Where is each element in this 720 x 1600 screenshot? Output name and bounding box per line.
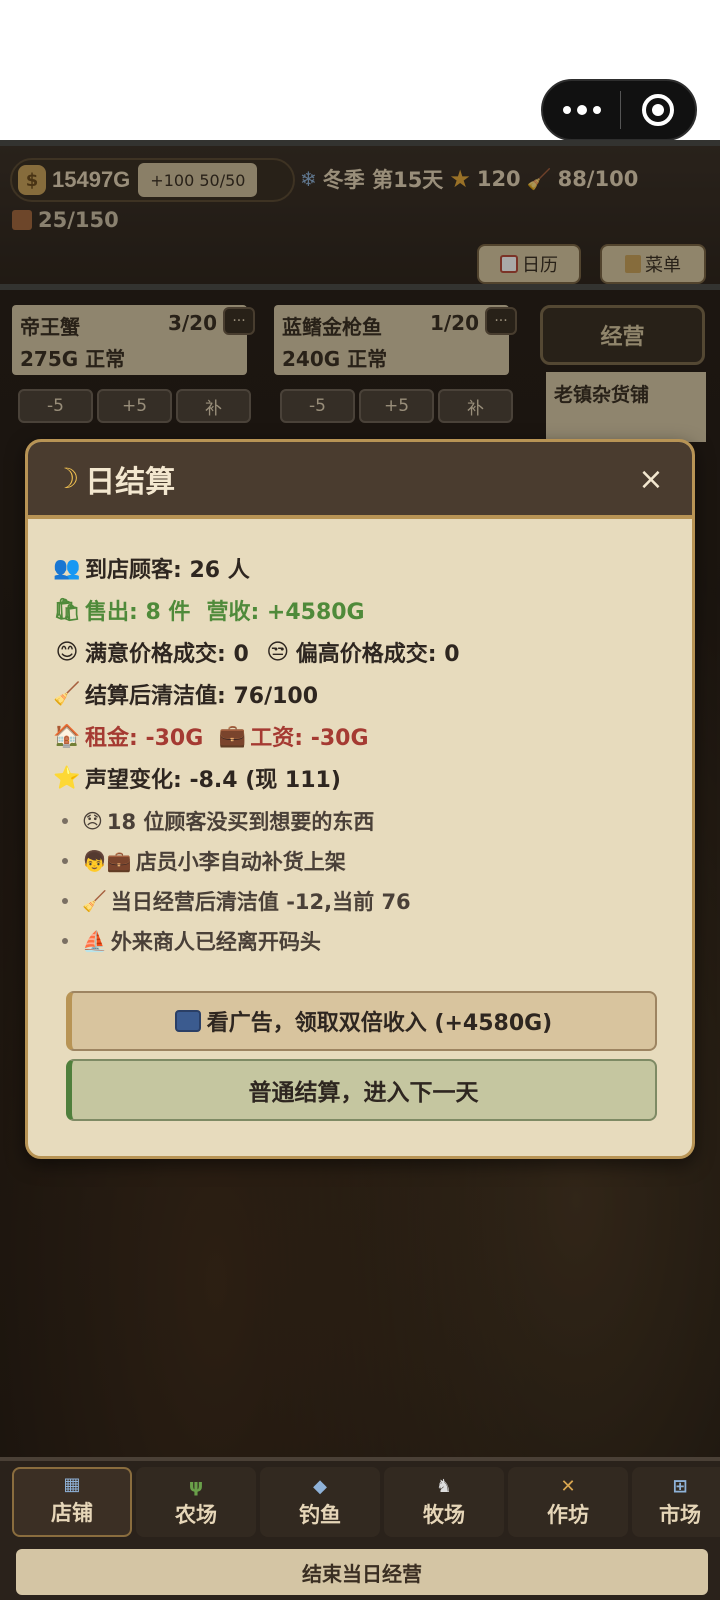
note-text: 外来商人已经离开码头 — [110, 930, 321, 954]
people-icon: 👥 — [53, 555, 81, 581]
watch-ad-double-button[interactable]: 看广告，领取双倍收入 (+4580G) — [66, 991, 657, 1051]
tab-ranch[interactable]: ♞ 牧场 — [384, 1467, 504, 1537]
tab-workshop[interactable]: ✕ 作坊 — [508, 1467, 628, 1537]
customers-row: 👥 到店顾客: 26 人 — [53, 547, 692, 589]
wage-text: 工资: -30G — [250, 726, 369, 751]
note-text: 当日经营后清洁值 -12,当前 76 — [110, 890, 411, 914]
tab-shop[interactable]: ▦ 店铺 — [12, 1467, 132, 1537]
end-day-button[interactable]: 结束当日经营 — [16, 1549, 708, 1595]
tab-label: 农场 — [175, 1503, 217, 1527]
rent-text: 租金: -30G — [85, 726, 204, 751]
smile-icon: 😊 — [55, 639, 79, 665]
miniprogram-capsule — [541, 79, 697, 141]
high-price-text: 偏高价格成交: 0 — [295, 642, 460, 667]
tab-fishing[interactable]: ◆ 钓鱼 — [260, 1467, 380, 1537]
cow-icon: ♞ — [435, 1476, 453, 1497]
close-button[interactable]: × — [634, 462, 668, 497]
customers-text: 到店顾客: 26 人 — [85, 558, 250, 583]
reputation-change-text: 声望变化: -8.4 (现 111) — [85, 768, 341, 793]
list-item: 👦💼 店员小李自动补货上架 — [54, 841, 692, 881]
dialog-body: 👥 到店顾客: 26 人 🛍 售出: 8 件 营收: +4580G 😊 满意价格… — [28, 519, 692, 961]
tab-label: 店铺 — [51, 1501, 93, 1525]
dialog-header: ☽ 日结算 × — [28, 442, 692, 519]
list-item: 🧹 当日经营后清洁值 -12,当前 76 — [54, 881, 692, 921]
clean-text: 结算后清洁值: 76/100 — [85, 684, 319, 709]
tab-label: 市场 — [659, 1503, 701, 1527]
broom-icon: 🧹 — [82, 889, 107, 913]
house-icon: 🏠 — [53, 723, 81, 749]
note-text: 店员小李自动补货上架 — [135, 850, 346, 874]
list-item: ⛵ 外来商人已经离开码头 — [54, 921, 692, 961]
tab-label: 牧场 — [423, 1503, 465, 1527]
event-notes: 😞 18 位顾客没买到想要的东西 👦💼 店员小李自动补货上架 🧹 当日经营后清洁… — [54, 801, 692, 961]
sprout-icon: ψ — [188, 1476, 204, 1497]
revenue-text: 营收: +4580G — [206, 600, 365, 625]
disappointed-face-icon: 😞 — [82, 809, 103, 833]
cost-row: 🏠 租金: -30G 💼 工资: -30G — [53, 715, 692, 757]
note-text: 18 位顾客没买到想要的东西 — [106, 810, 375, 834]
dialog-title: 日结算 — [85, 464, 176, 500]
normal-settle-button[interactable]: 普通结算，进入下一天 — [66, 1059, 657, 1121]
fish-icon: ◆ — [313, 1476, 327, 1497]
hammer-icon: ✕ — [560, 1476, 576, 1497]
tab-market[interactable]: ⊞ 市场 — [632, 1467, 720, 1537]
shop-icon: ▦ — [63, 1474, 81, 1495]
list-item: 😞 18 位顾客没买到想要的东西 — [54, 801, 692, 841]
deal-row: 😊 满意价格成交: 0 😒 偏高价格成交: 0 — [54, 631, 692, 673]
cart-icon: ⊞ — [672, 1476, 688, 1497]
unamused-icon: 😒 — [266, 639, 290, 665]
tab-bar: ▦ 店铺 ψ 农场 ◆ 钓鱼 ♞ 牧场 ✕ 作坊 ⊞ 市场 — [12, 1467, 720, 1537]
star-icon: ⭐ — [53, 765, 81, 791]
tab-farm[interactable]: ψ 农场 — [136, 1467, 256, 1537]
briefcase-icon: 💼 — [218, 723, 246, 749]
clerk-icon: 👦💼 — [82, 849, 132, 873]
close-miniprogram-icon[interactable] — [621, 94, 695, 126]
bottom-navigation: ▦ 店铺 ψ 农场 ◆ 钓鱼 ♞ 牧场 ✕ 作坊 ⊞ 市场 结束当日经营 — [0, 1457, 720, 1600]
sailboat-icon: ⛵ — [82, 929, 107, 953]
sold-text: 售出: 8 件 — [85, 600, 191, 625]
ad-button-label: 看广告，领取双倍收入 (+4580G) — [206, 1011, 553, 1036]
daily-settlement-dialog: ☽ 日结算 × 👥 到店顾客: 26 人 🛍 售出: 8 件 营收: +4580… — [25, 439, 695, 1159]
tv-icon — [174, 1010, 201, 1032]
shopping-bags-icon: 🛍 — [53, 597, 81, 623]
more-options-icon[interactable] — [543, 81, 620, 139]
tab-label: 钓鱼 — [299, 1503, 341, 1527]
broom-icon: 🧹 — [53, 681, 81, 707]
satisfied-text: 满意价格成交: 0 — [85, 642, 249, 667]
clean-row: 🧹 结算后清洁值: 76/100 — [53, 673, 692, 715]
tab-label: 作坊 — [547, 1503, 589, 1527]
sales-row: 🛍 售出: 8 件 营收: +4580G — [53, 589, 692, 631]
moon-icon: ☽ — [54, 462, 80, 495]
reputation-row: ⭐ 声望变化: -8.4 (现 111) — [53, 757, 692, 799]
